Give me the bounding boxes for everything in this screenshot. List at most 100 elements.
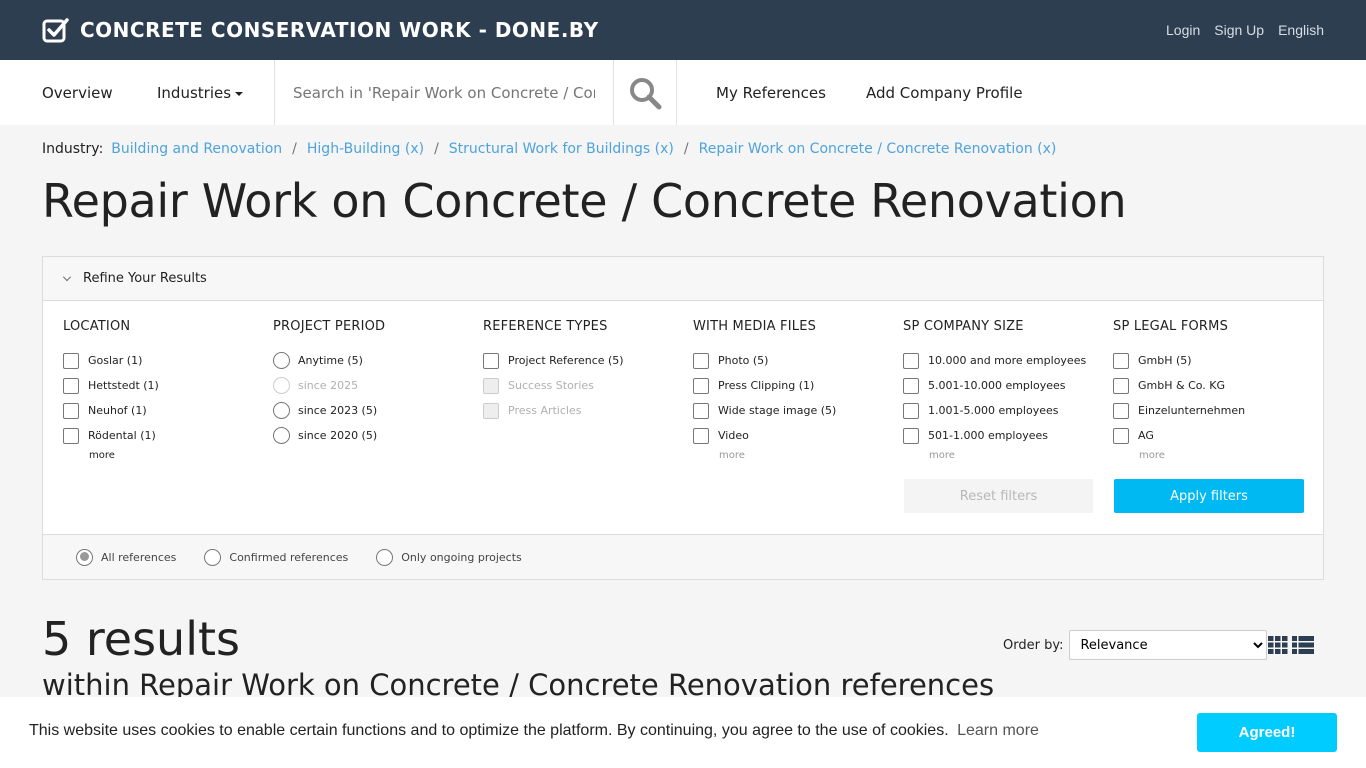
filter-option[interactable]: since 2020 (5) [273,423,463,448]
filter-option-label: Press Articles [508,404,582,417]
language-link[interactable]: English [1278,22,1324,38]
nav-overview[interactable]: Overview [42,84,113,102]
checkbox[interactable] [1113,427,1129,444]
filter-option-label: Photo (5) [718,354,769,367]
filter-option[interactable]: Press Clipping (1) [693,373,883,398]
filter-option[interactable]: Anytime (5) [273,348,463,373]
search-button[interactable] [614,60,677,125]
checkbox[interactable] [693,377,709,394]
cookie-message: This website uses cookies to enable cert… [29,722,1039,740]
order-by: Order by: Relevance [1003,630,1268,660]
filter-option[interactable]: Video [693,423,883,448]
checkbox[interactable] [693,427,709,444]
checkbox[interactable] [903,377,919,394]
search-input[interactable] [275,60,613,125]
list-view-icon[interactable] [1292,636,1314,654]
brand-logo[interactable]: CONCRETE CONSERVATION WORK - DONE.BY [42,17,599,43]
checkbox[interactable] [693,352,709,369]
checkbox[interactable] [903,402,919,419]
checkbox[interactable] [1113,377,1129,394]
filter-media: WITH MEDIA FILES Photo (5) Press Clippin… [693,319,883,461]
filter-panel-header[interactable]: Refine Your Results [43,257,1323,301]
more-link[interactable]: more [719,450,883,461]
filter-company-size: SP COMPANY SIZE 10.000 and more employee… [903,319,1093,461]
checkbox[interactable] [483,352,499,369]
order-by-label: Order by: [1003,637,1064,653]
filter-option[interactable]: GmbH & Co. KG [1113,373,1303,398]
filter-option[interactable]: 501-1.000 employees [903,423,1093,448]
breadcrumb-item-repair[interactable]: Repair Work on Concrete / Concrete Renov… [699,141,1057,157]
filter-option-label: since 2023 (5) [298,404,378,417]
checkbox[interactable] [693,402,709,419]
filter-option[interactable]: 1.001-5.000 employees [903,398,1093,423]
checkbox[interactable] [63,402,79,419]
filter-option[interactable]: Hettstedt (1) [63,373,253,398]
login-link[interactable]: Login [1166,22,1200,38]
checkbox[interactable] [63,352,79,369]
search-box [274,60,614,125]
reset-filters-button[interactable]: Reset filters [904,479,1093,513]
cookie-accept-button[interactable]: Agreed! [1197,713,1337,752]
filter-option[interactable]: 10.000 and more employees [903,348,1093,373]
nav-industries-label: Industries [157,84,232,102]
nav-add-company[interactable]: Add Company Profile [866,84,1023,102]
filter-option[interactable]: AG [1113,423,1303,448]
more-link[interactable]: more [1139,450,1303,461]
checkbox[interactable] [903,427,919,444]
checkbox[interactable] [63,427,79,444]
filter-option[interactable]: since 2023 (5) [273,398,463,423]
radio[interactable] [204,548,222,566]
page-title: Repair Work on Concrete / Concrete Renov… [42,174,1127,228]
filter-option-label: GmbH & Co. KG [1138,379,1226,392]
cookie-learn-more-link[interactable]: Learn more [957,722,1039,739]
top-bar: CONCRETE CONSERVATION WORK - DONE.BY Log… [0,0,1366,60]
filter-option-label: 10.000 and more employees [928,354,1087,367]
breadcrumb-item-high-building[interactable]: High-Building (x) [307,141,424,157]
radio[interactable] [273,352,290,369]
filter-reference-types-title: REFERENCE TYPES [483,319,608,334]
nav-my-references[interactable]: My References [716,84,826,102]
filter-option[interactable]: Photo (5) [693,348,883,373]
filter-location-title: LOCATION [63,319,131,334]
filter-option[interactable]: GmbH (5) [1113,348,1303,373]
filter-option-label: Success Stories [508,379,594,392]
checkbox[interactable] [1113,402,1129,419]
apply-filters-button[interactable]: Apply filters [1114,479,1304,513]
checkbox[interactable] [1113,352,1129,369]
filter-option[interactable]: Neuhof (1) [63,398,253,423]
breadcrumb-item-structural[interactable]: Structural Work for Buildings (x) [449,141,674,157]
signup-link[interactable]: Sign Up [1214,22,1264,38]
scope-all-references[interactable]: All references [76,548,176,566]
filter-option-label: Project Reference (5) [508,354,624,367]
filter-option-label: 1.001-5.000 employees [928,404,1059,417]
filter-option-label: since 2025 [298,379,359,392]
nav-industries[interactable]: Industries [157,84,244,102]
filter-option[interactable]: Goslar (1) [63,348,253,373]
filter-option-label: Press Clipping (1) [718,379,815,392]
breadcrumb-separator: / [683,141,689,157]
more-link[interactable]: more [929,450,1093,461]
order-by-select[interactable]: Relevance [1069,630,1268,660]
radio [273,377,290,394]
radio[interactable] [376,548,394,566]
view-toggle [1268,636,1314,654]
checkbox[interactable] [903,352,919,369]
filter-option[interactable]: Einzelunternehmen [1113,398,1303,423]
scope-confirmed-references[interactable]: Confirmed references [204,548,348,566]
more-link[interactable]: more [89,450,253,461]
filter-option-label: GmbH (5) [1138,354,1192,367]
scope-ongoing-projects[interactable]: Only ongoing projects [376,548,522,566]
checkbox[interactable] [63,377,79,394]
radio[interactable] [273,427,290,444]
filter-company-size-title: SP COMPANY SIZE [903,319,1024,334]
filter-option[interactable]: 5.001-10.000 employees [903,373,1093,398]
checkbox [483,377,499,394]
breadcrumb-item-building[interactable]: Building and Renovation [111,141,282,157]
filter-reference-types: REFERENCE TYPES Project Reference (5) Su… [483,319,673,423]
radio[interactable] [76,548,93,566]
grid-view-icon[interactable] [1268,636,1288,654]
filter-option[interactable]: Rödental (1) [63,423,253,448]
filter-option[interactable]: Project Reference (5) [483,348,673,373]
radio[interactable] [273,402,290,419]
filter-option[interactable]: Wide stage image (5) [693,398,883,423]
